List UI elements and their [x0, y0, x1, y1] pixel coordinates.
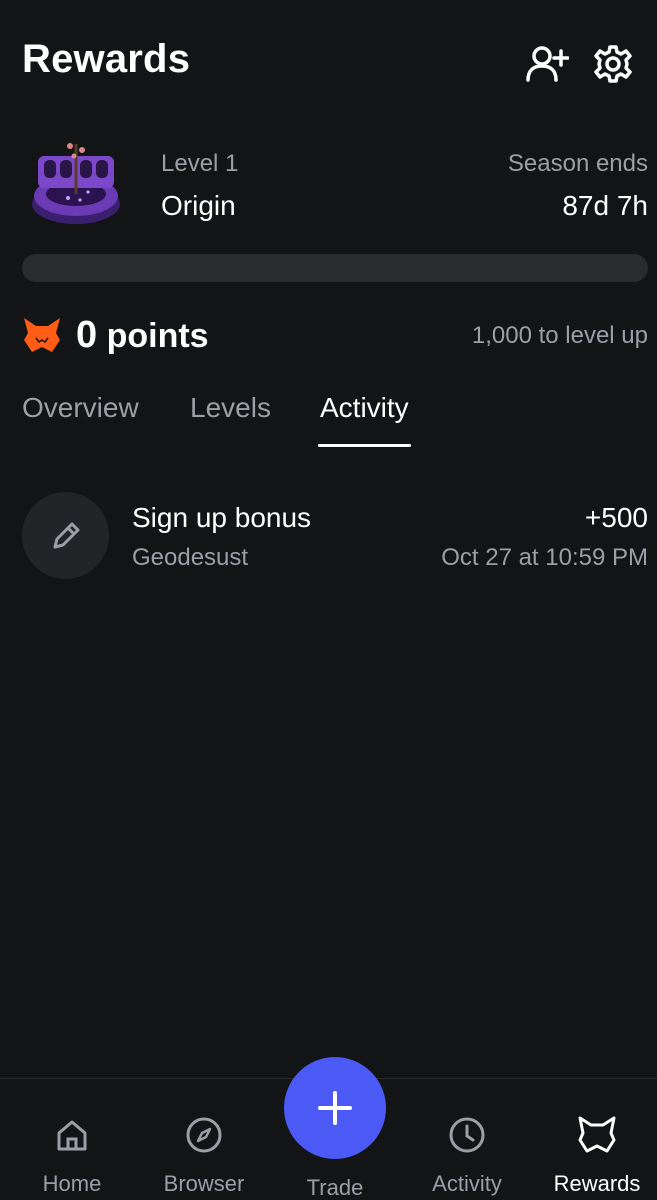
season-ends-label: Season ends [507, 150, 648, 177]
level-name: Origin [161, 190, 236, 221]
compass-icon [184, 1115, 224, 1155]
points-summary: 0 points 1,000 to level up [22, 310, 648, 362]
activity-amount: +500 [584, 502, 648, 533]
fox-icon [24, 318, 60, 352]
nav-rewards-label: Rewards [553, 1171, 641, 1196]
settings-button[interactable] [591, 42, 635, 86]
points-number: 0 [76, 314, 98, 356]
pencil-icon [53, 522, 79, 548]
trade-button[interactable] [284, 1057, 386, 1159]
season-ends-value: 87d 7h [562, 190, 648, 221]
activity-icon-badge [22, 492, 109, 579]
level-progress-bar [22, 254, 648, 282]
gear-icon [594, 45, 632, 83]
nav-rewards[interactable]: Rewards [537, 1079, 657, 1200]
clock-icon [447, 1115, 487, 1155]
activity-subtitle: Geodesust [132, 544, 249, 571]
activity-title: Sign up bonus [132, 502, 312, 533]
level-summary: Level 1 Origin Season ends 87d 7h [22, 132, 648, 232]
add-friend-button[interactable] [525, 42, 569, 86]
tab-overview[interactable]: Overview [22, 392, 139, 448]
header: Rewards [22, 34, 635, 84]
home-icon [52, 1115, 92, 1155]
nav-home-label: Home [42, 1171, 102, 1196]
season-level-artwork [28, 134, 124, 228]
points-to-level-up: 1,000 to level up [471, 322, 648, 349]
add-user-icon [526, 46, 569, 82]
level-number: Level 1 [161, 150, 239, 177]
list-item[interactable]: Sign up bonus Geodesust +500 Oct 27 at 1… [22, 492, 648, 580]
points-value: 0 points [76, 314, 209, 357]
nav-browser[interactable]: Browser [144, 1079, 264, 1200]
nav-trade[interactable]: Trade [275, 1057, 395, 1200]
nav-activity[interactable]: Activity [407, 1079, 527, 1200]
plus-icon [318, 1091, 352, 1125]
tab-levels[interactable]: Levels [190, 392, 271, 448]
points-unit: points [106, 317, 209, 355]
bottom-navigation: Home Browser Trade Activity Rewards [0, 1057, 657, 1200]
nav-home[interactable]: Home [12, 1079, 132, 1200]
rewards-tabs: Overview Levels Activity [22, 392, 648, 448]
activity-timestamp: Oct 27 at 10:59 PM [441, 544, 648, 571]
tab-activity[interactable]: Activity [318, 392, 411, 448]
rewards-icon [577, 1115, 617, 1155]
nav-activity-label: Activity [432, 1171, 502, 1196]
nav-browser-label: Browser [163, 1171, 245, 1196]
nav-trade-label: Trade [306, 1175, 364, 1200]
